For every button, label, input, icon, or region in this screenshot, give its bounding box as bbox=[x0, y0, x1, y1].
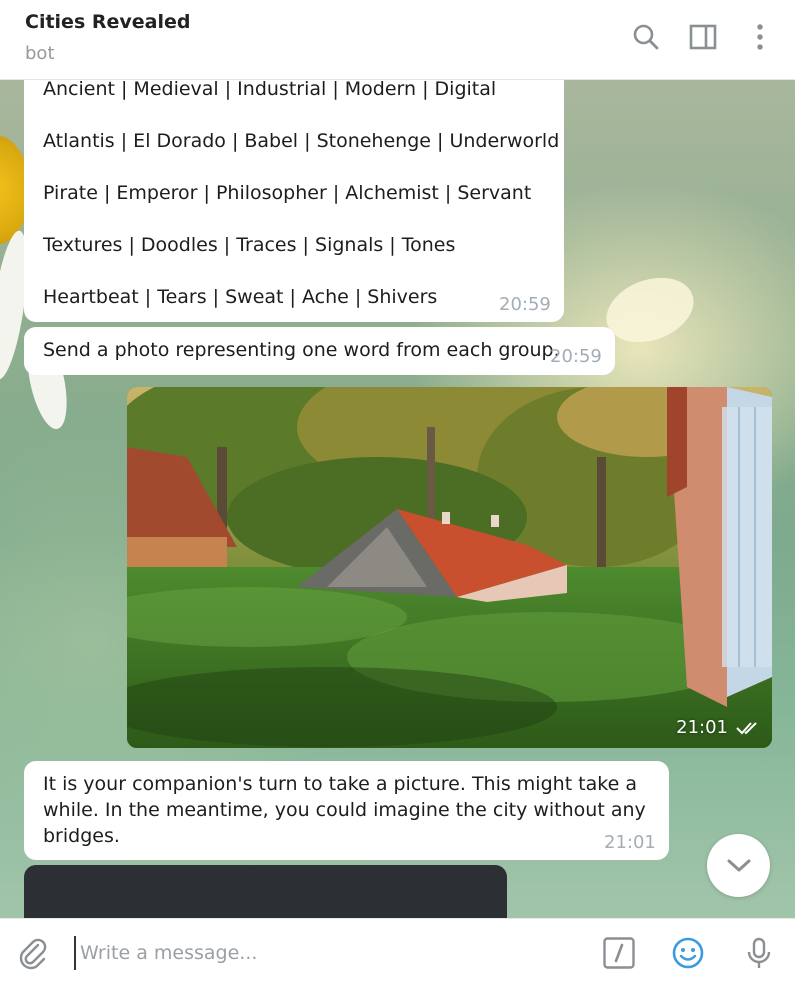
message-timestamp: 20:59 bbox=[499, 294, 551, 315]
message-line: while. In the meantime, you could imagin… bbox=[43, 799, 646, 821]
chat-header: Cities Revealed bot bbox=[0, 0, 795, 80]
more-options-icon[interactable] bbox=[745, 22, 775, 52]
message-line: bridges. bbox=[43, 825, 120, 847]
message-bubble-groups[interactable]: Ancient | Medieval | Industrial | Modern… bbox=[24, 68, 564, 322]
message-input[interactable] bbox=[74, 936, 574, 970]
slash-command-icon[interactable] bbox=[602, 936, 636, 970]
message-composer bbox=[0, 918, 795, 987]
message-timestamp: 20:59 bbox=[550, 346, 602, 367]
message-timestamp: 21:01 bbox=[604, 832, 656, 853]
photo-timestamp: 21:01 bbox=[676, 717, 760, 738]
message-line: Textures | Doodles | Traces | Signals | … bbox=[43, 234, 456, 256]
microphone-icon[interactable] bbox=[742, 936, 776, 970]
smiley-icon[interactable] bbox=[671, 936, 705, 970]
search-icon[interactable] bbox=[631, 22, 661, 52]
sidebar-toggle-icon[interactable] bbox=[688, 22, 718, 52]
photo-time: 21:01 bbox=[676, 717, 728, 738]
paperclip-icon[interactable] bbox=[16, 936, 50, 970]
photo-message[interactable]: 21:01 bbox=[127, 387, 772, 748]
chevron-down-icon bbox=[727, 859, 750, 871]
message-line: Atlantis | El Dorado | Babel | Stoneheng… bbox=[43, 130, 560, 152]
message-text: Send a photo representing one word from … bbox=[43, 339, 560, 361]
message-bubble-companion-turn[interactable]: It is your companion's turn to take a pi… bbox=[24, 761, 669, 860]
message-line: Heartbeat | Tears | Sweat | Ache | Shive… bbox=[43, 286, 438, 308]
chat-title[interactable]: Cities Revealed bbox=[25, 11, 190, 33]
message-line: Ancient | Medieval | Industrial | Modern… bbox=[43, 78, 497, 100]
chat-subtitle: bot bbox=[25, 43, 55, 64]
message-bubble-instruction[interactable]: Send a photo representing one word from … bbox=[24, 327, 615, 375]
message-line: It is your companion's turn to take a pi… bbox=[43, 773, 637, 795]
scroll-to-bottom-button[interactable] bbox=[707, 834, 770, 897]
media-message-partial[interactable] bbox=[24, 865, 507, 925]
photo-image bbox=[127, 387, 772, 748]
double-check-icon bbox=[736, 721, 760, 735]
message-line: Pirate | Emperor | Philosopher | Alchemi… bbox=[43, 182, 532, 204]
